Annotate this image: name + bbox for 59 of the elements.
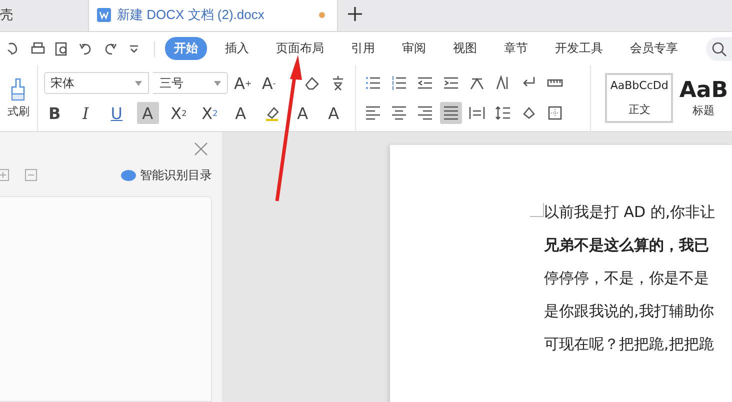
- margin-corner-mark: [530, 203, 544, 217]
- ribbon-tab[interactable]: 会员专享: [621, 37, 687, 60]
- character-border-button[interactable]: A: [322, 102, 345, 124]
- document-tab[interactable]: 新建 DOCX 文档 (2).docx: [88, 0, 338, 31]
- shrink-font-button[interactable]: A$^{-}$: [258, 72, 280, 94]
- underline-button[interactable]: U: [106, 102, 128, 124]
- ribbon-tab[interactable]: 审阅: [393, 37, 435, 60]
- borders-icon: [546, 105, 563, 121]
- decrease-indent-icon: [416, 75, 433, 91]
- unsaved-dot: [319, 12, 325, 18]
- highlighter-icon: [264, 105, 280, 121]
- document-paragraph: 以前我是打 AD 的,你非让: [544, 203, 716, 223]
- document-paragraph: 兄弟不是这么算的，我已: [544, 236, 710, 256]
- print-icon: [30, 40, 46, 56]
- align-distributed-icon: [468, 105, 485, 121]
- align-justify-button[interactable]: [440, 102, 462, 124]
- superscript-button[interactable]: X$^{2}$: [168, 102, 190, 124]
- ribbon-tab[interactable]: 引用: [342, 37, 384, 60]
- ribbon-tab[interactable]: 插入: [216, 37, 258, 60]
- document-paragraph: 可现在呢？把把跪,把把跪: [544, 335, 715, 355]
- document-icon: [97, 8, 111, 22]
- strikethrough-button[interactable]: A: [136, 102, 159, 124]
- close-button[interactable]: [194, 142, 208, 156]
- grow-font-button[interactable]: A$^{+}$: [232, 72, 254, 94]
- document-tab[interactable]: 壳: [0, 0, 88, 31]
- italic-button[interactable]: I: [74, 102, 97, 124]
- ribbon-tab[interactable]: 页面布局: [267, 37, 333, 60]
- bullet-list-icon: [364, 75, 381, 91]
- align-right-icon: [416, 105, 433, 121]
- format-painter-button[interactable]: 式刷: [0, 65, 38, 131]
- document-paragraph: 是你跟我说的,我打辅助你: [544, 302, 715, 322]
- font-name-field[interactable]: 宋体: [44, 72, 150, 94]
- numbered-list-icon: [390, 75, 407, 91]
- collapse-icon: [25, 169, 37, 181]
- increase-indent-icon: [442, 75, 459, 91]
- smart-toc-button[interactable]: 智能识别目录: [121, 166, 212, 184]
- align-justify-icon: [442, 105, 459, 121]
- align-center-icon: [390, 105, 407, 121]
- search-icon: [711, 40, 727, 56]
- eraser-icon: [304, 75, 320, 91]
- caret-icon: [214, 80, 221, 86]
- shading-icon: [520, 105, 537, 121]
- ribbon-tab[interactable]: 章节: [495, 37, 537, 60]
- line-spacing-icon: [494, 105, 511, 121]
- font-color-button[interactable]: A: [292, 102, 314, 124]
- chinese-layout-icon: [468, 75, 485, 91]
- style-preset[interactable]: AaBbCcDd 正文: [605, 73, 674, 123]
- align-left-icon: [364, 105, 381, 121]
- expand-icon: [0, 169, 9, 181]
- caret-icon: [135, 80, 142, 86]
- font-size-field[interactable]: 三号: [153, 72, 228, 94]
- ribbon-tab[interactable]: 开发工具: [546, 37, 612, 60]
- text-effect-button[interactable]: A: [230, 102, 252, 124]
- close-icon: [194, 142, 208, 156]
- search-button[interactable]: [706, 36, 732, 60]
- document-paragraph: 停停停，不是，你是不是: [544, 269, 710, 289]
- plus-icon: [348, 7, 362, 21]
- bold-button[interactable]: B: [44, 102, 66, 124]
- ribbon-tab[interactable]: 视图: [444, 37, 486, 60]
